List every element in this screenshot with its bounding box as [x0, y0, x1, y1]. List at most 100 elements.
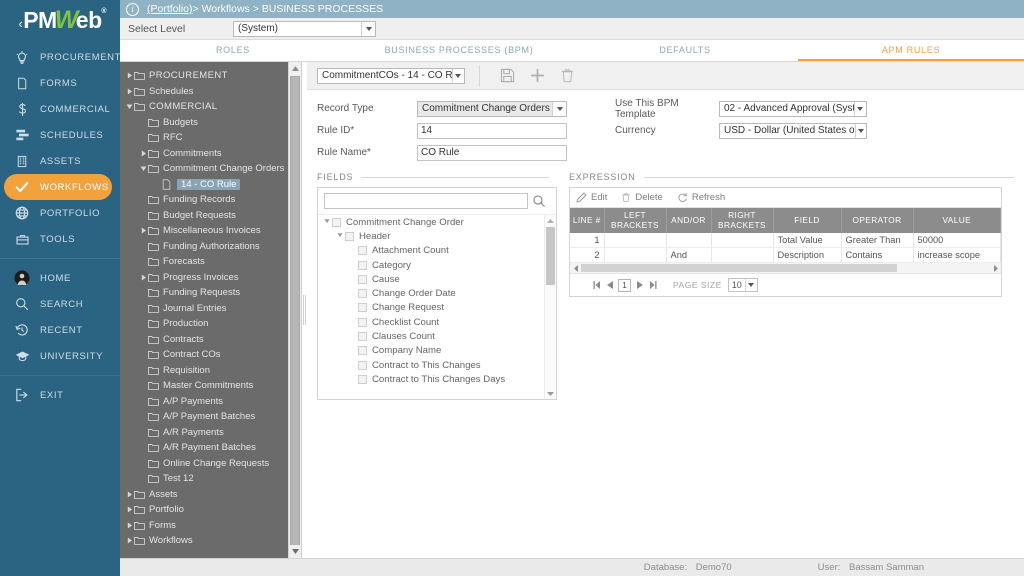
expression-edit-button[interactable]: Edit — [576, 192, 607, 203]
sidebar-item-home[interactable]: HOME — [0, 265, 120, 291]
info-icon[interactable]: i — [126, 2, 139, 16]
tree-node[interactable]: Forms — [120, 518, 301, 534]
pmweb-logo[interactable]: ‹ PM W eb ® — [0, 0, 120, 40]
sidebar-item-schedules[interactable]: SCHEDULES — [0, 122, 120, 148]
record-type-dropdown[interactable]: Commitment Change Orders — [417, 100, 567, 117]
chevron-down-icon[interactable] — [322, 218, 332, 226]
chevron-down-icon[interactable] — [138, 165, 148, 172]
expression-horizontal-scrollbar[interactable] — [570, 263, 1001, 275]
tree-node[interactable]: A/R Payment Batches — [120, 440, 301, 456]
chevron-down-icon[interactable] — [853, 101, 866, 116]
field-node[interactable]: Attachment Count — [318, 244, 556, 258]
chevron-right-icon[interactable] — [124, 506, 134, 513]
field-node[interactable]: Cause — [318, 272, 556, 286]
tree-node[interactable]: Portfolio — [120, 502, 301, 518]
tree-node[interactable]: PROCUREMENT — [120, 68, 301, 84]
field-checkbox[interactable] — [358, 374, 367, 384]
tab-apm-rules[interactable]: APM RULES — [798, 40, 1024, 61]
tree-node[interactable]: Test 12 — [120, 471, 301, 487]
sidebar-item-tools[interactable]: TOOLS — [0, 226, 120, 252]
tree-node[interactable]: Commitment Change Orders — [120, 161, 301, 177]
field-node[interactable]: Change Request — [318, 301, 556, 315]
scroll-down-icon[interactable] — [545, 388, 556, 399]
tree-node[interactable]: Budget Requests — [120, 208, 301, 224]
field-node[interactable]: Checklist Count — [318, 315, 556, 329]
tree-node[interactable]: A/P Payment Batches — [120, 409, 301, 425]
tree-node[interactable]: Assets — [120, 487, 301, 503]
chevron-down-icon[interactable] — [854, 123, 866, 138]
scroll-up-icon[interactable] — [289, 62, 301, 75]
field-checkbox[interactable] — [358, 303, 367, 313]
chevron-down-icon[interactable] — [361, 21, 375, 36]
field-node[interactable]: Contract to This Changes — [318, 358, 556, 372]
save-button[interactable] — [492, 64, 522, 88]
tree-node[interactable]: Workflows — [120, 533, 301, 549]
last-page-icon[interactable] — [646, 281, 659, 290]
field-node[interactable]: Header — [318, 229, 556, 243]
sidebar-item-recent[interactable]: RECENT — [0, 317, 120, 343]
field-node[interactable]: Company Name — [318, 344, 556, 358]
sidebar-item-forms[interactable]: FORMS — [0, 70, 120, 96]
tree-node[interactable]: Funding Authorizations — [120, 239, 301, 255]
tree-node[interactable]: Schedules — [120, 84, 301, 100]
tree-scrollbar[interactable] — [288, 62, 301, 558]
chevron-right-icon[interactable] — [138, 150, 148, 157]
fields-search-input[interactable] — [324, 193, 528, 209]
chevron-right-icon[interactable] — [124, 522, 134, 529]
chevron-down-icon[interactable] — [451, 68, 464, 83]
tree-node[interactable]: Commitments — [120, 146, 301, 162]
chevron-right-icon[interactable] — [138, 227, 148, 234]
chevron-right-icon[interactable] — [124, 72, 134, 79]
chevron-right-icon[interactable] — [124, 537, 134, 544]
chevron-down-icon[interactable] — [552, 101, 566, 116]
sidebar-item-procurement[interactable]: PROCUREMENT — [0, 44, 120, 70]
tab-roles[interactable]: ROLES — [120, 40, 346, 61]
breadcrumb-portfolio-link[interactable]: (Portfolio) — [147, 3, 193, 15]
field-checkbox[interactable] — [358, 274, 367, 284]
sidebar-item-search[interactable]: SEARCH — [0, 291, 120, 317]
tree-node[interactable]: Contract COs — [120, 347, 301, 363]
sidebar-item-assets[interactable]: ASSETS — [0, 148, 120, 174]
column-header[interactable]: LINE # — [570, 208, 605, 234]
scroll-right-icon[interactable] — [990, 264, 1001, 272]
fields-scroll-thumb[interactable] — [546, 227, 555, 285]
page-size-dropdown[interactable]: 10 — [727, 278, 758, 293]
tree-node[interactable]: COMMERCIAL — [120, 99, 301, 115]
sidebar-item-portfolio[interactable]: PORTFOLIO — [0, 200, 120, 226]
tab-business-processes-bpm-[interactable]: BUSINESS PROCESSES (BPM) — [346, 40, 572, 61]
current-page-number[interactable]: 1 — [618, 278, 631, 292]
first-page-icon[interactable] — [590, 281, 603, 290]
rule-name-input[interactable]: CO Rule — [417, 144, 567, 161]
expression-delete-button[interactable]: Delete — [621, 192, 663, 203]
sidebar-item-workflows[interactable]: WORKFLOWS — [4, 174, 112, 200]
tree-node[interactable]: Production — [120, 316, 301, 332]
search-icon[interactable] — [528, 194, 550, 208]
currency-dropdown[interactable]: USD - Dollar (United States of Ameri — [719, 122, 867, 139]
tree-node[interactable]: Master Commitments — [120, 378, 301, 394]
select-level-dropdown[interactable]: (System) — [233, 20, 376, 37]
sidebar-item-university[interactable]: UNIVERSITY — [0, 343, 120, 369]
scroll-down-icon[interactable] — [289, 545, 301, 558]
field-node[interactable]: Clauses Count — [318, 329, 556, 343]
rule-id-input[interactable]: 14 — [417, 122, 567, 139]
field-checkbox[interactable] — [332, 217, 341, 227]
tree-node[interactable]: Miscellaneous Invoices — [120, 223, 301, 239]
field-checkbox[interactable] — [358, 246, 367, 256]
chevron-right-icon[interactable] — [124, 88, 134, 95]
tree-node[interactable]: Forecasts — [120, 254, 301, 270]
field-checkbox[interactable] — [358, 260, 367, 270]
tab-defaults[interactable]: DEFAULTS — [572, 40, 798, 61]
table-row[interactable]: 1 Total Value Greater Than 50000 — [570, 233, 1001, 249]
bpm-template-dropdown[interactable]: 02 - Advanced Approval (System) — [719, 100, 867, 117]
tree-node[interactable]: A/P Payments — [120, 394, 301, 410]
tree-node[interactable]: Contracts — [120, 332, 301, 348]
tree-node[interactable]: Budgets — [120, 115, 301, 131]
tree-node[interactable]: 14 - CO Rule — [120, 177, 301, 193]
chevron-right-icon[interactable] — [124, 491, 134, 498]
horizontal-scroll-thumb[interactable] — [581, 264, 897, 273]
tree-node[interactable]: A/R Payments — [120, 425, 301, 441]
field-node[interactable]: Contract to This Changes Days — [318, 372, 556, 386]
sidebar-item-exit[interactable]: EXIT — [0, 382, 120, 408]
chevron-down-icon[interactable] — [744, 279, 757, 292]
field-checkbox[interactable] — [358, 346, 367, 356]
